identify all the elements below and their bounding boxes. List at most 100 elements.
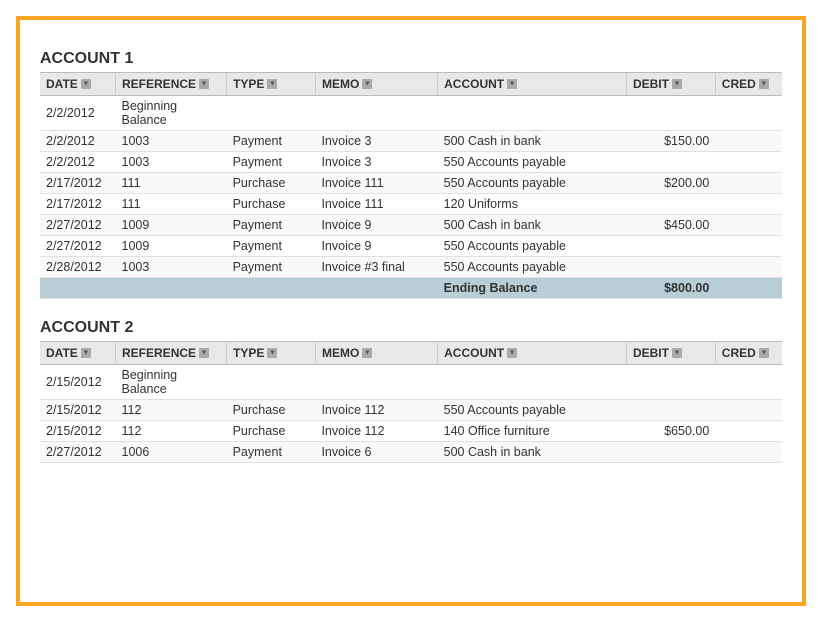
cell-col-ref: 1009 — [116, 215, 227, 236]
dropdown-arrow-icon[interactable] — [267, 79, 277, 89]
col-label-account: ACCOUNT — [444, 346, 504, 360]
cell-col-debit — [626, 400, 715, 421]
dropdown-arrow-icon[interactable] — [267, 348, 277, 358]
cell-col-date: 2/27/2012 — [40, 442, 116, 463]
cell-col-date: 2/2/2012 — [40, 96, 116, 131]
dropdown-arrow-icon[interactable] — [362, 79, 372, 89]
cell-col-debit: $450.00 — [626, 215, 715, 236]
cell-col-account — [438, 365, 627, 400]
account-heading-1: ACCOUNT 1 — [40, 50, 782, 68]
cell-col-account: 550 Accounts payable — [438, 257, 627, 278]
cell-col-account — [438, 96, 627, 131]
dropdown-arrow-icon[interactable] — [759, 348, 769, 358]
cell-col-cred — [715, 421, 782, 442]
account-section-2: ACCOUNT 2DATEREFERENCETYPEMEMOACCOUNTDEB… — [40, 319, 782, 463]
cell-col-ref: Beginning Balance — [116, 365, 227, 400]
cell-col-date: 2/27/2012 — [40, 236, 116, 257]
dropdown-arrow-icon[interactable] — [759, 79, 769, 89]
cell-col-account: 120 Uniforms — [438, 194, 627, 215]
cell-col-cred — [715, 400, 782, 421]
cell-col-type: Purchase — [227, 400, 316, 421]
dropdown-arrow-icon[interactable] — [507, 79, 517, 89]
col-header-cred[interactable]: CRED — [715, 342, 782, 365]
col-header-memo[interactable]: MEMO — [315, 342, 437, 365]
col-header-debit[interactable]: DEBIT — [626, 73, 715, 96]
page-container: ACCOUNT 1DATEREFERENCETYPEMEMOACCOUNTDEB… — [16, 16, 806, 606]
dropdown-arrow-icon[interactable] — [672, 79, 682, 89]
cell-col-memo — [315, 365, 437, 400]
dropdown-arrow-icon[interactable] — [81, 348, 91, 358]
col-header-type[interactable]: TYPE — [227, 342, 316, 365]
table-row: 2/28/20121003PaymentInvoice #3 final550 … — [40, 257, 782, 278]
col-header-reference[interactable]: REFERENCE — [116, 342, 227, 365]
cell-col-debit: $650.00 — [626, 421, 715, 442]
col-header-reference[interactable]: REFERENCE — [116, 73, 227, 96]
cell-col-debit: $200.00 — [626, 173, 715, 194]
col-header-type[interactable]: TYPE — [227, 73, 316, 96]
cell-col-account: 550 Accounts payable — [438, 400, 627, 421]
cell-col-type: Payment — [227, 131, 316, 152]
cell-col-debit — [626, 194, 715, 215]
col-header-debit[interactable]: DEBIT — [626, 342, 715, 365]
cell-col-date: 2/27/2012 — [40, 215, 116, 236]
col-header-cred[interactable]: CRED — [715, 73, 782, 96]
cell-col-ref: 111 — [116, 173, 227, 194]
cell-col-account: 550 Accounts payable — [438, 152, 627, 173]
cell-col-account: Ending Balance — [438, 278, 627, 299]
cell-col-type: Payment — [227, 442, 316, 463]
cell-col-debit — [626, 365, 715, 400]
cell-col-ref: 1003 — [116, 257, 227, 278]
cell-col-memo: Invoice 6 — [315, 442, 437, 463]
cell-col-type — [227, 278, 316, 299]
cell-col-cred — [715, 152, 782, 173]
dropdown-arrow-icon[interactable] — [507, 348, 517, 358]
cell-col-date: 2/17/2012 — [40, 194, 116, 215]
cell-col-cred — [715, 236, 782, 257]
col-label-date: DATE — [46, 77, 78, 91]
cell-col-memo: Invoice 3 — [315, 152, 437, 173]
cell-col-memo — [315, 96, 437, 131]
cell-col-ref: 1003 — [116, 131, 227, 152]
col-label-reference: REFERENCE — [122, 77, 196, 91]
cell-col-cred — [715, 194, 782, 215]
cell-col-type: Purchase — [227, 173, 316, 194]
cell-col-account: 140 Office furniture — [438, 421, 627, 442]
cell-col-account: 550 Accounts payable — [438, 236, 627, 257]
col-header-date[interactable]: DATE — [40, 342, 116, 365]
table-row: 2/27/20121006PaymentInvoice 6500 Cash in… — [40, 442, 782, 463]
cell-col-cred — [715, 257, 782, 278]
col-header-account[interactable]: ACCOUNT — [438, 73, 627, 96]
cell-col-date: 2/15/2012 — [40, 421, 116, 442]
cell-col-type: Purchase — [227, 421, 316, 442]
dropdown-arrow-icon[interactable] — [362, 348, 372, 358]
cell-col-date: 2/15/2012 — [40, 365, 116, 400]
col-header-date[interactable]: DATE — [40, 73, 116, 96]
col-label-debit: DEBIT — [633, 77, 669, 91]
cell-col-type: Purchase — [227, 194, 316, 215]
cell-col-ref: 112 — [116, 400, 227, 421]
dropdown-arrow-icon[interactable] — [199, 348, 209, 358]
cell-col-ref: 1009 — [116, 236, 227, 257]
cell-col-type — [227, 96, 316, 131]
cell-col-cred — [715, 365, 782, 400]
cell-col-type — [227, 365, 316, 400]
col-label-memo: MEMO — [322, 77, 359, 91]
col-label-type: TYPE — [233, 77, 264, 91]
account-table-1: DATE REFERENCE TYPE MEMO ACCOUNT DEBIT CRED 2/2… — [40, 72, 782, 299]
dropdown-arrow-icon[interactable] — [81, 79, 91, 89]
col-header-memo[interactable]: MEMO — [315, 73, 437, 96]
cell-col-debit — [626, 257, 715, 278]
col-label-account: ACCOUNT — [444, 77, 504, 91]
dropdown-arrow-icon[interactable] — [672, 348, 682, 358]
col-label-cred: CRED — [722, 346, 756, 360]
cell-col-ref: 111 — [116, 194, 227, 215]
table-row: 2/27/20121009PaymentInvoice 9550 Account… — [40, 236, 782, 257]
cell-col-memo: Invoice 111 — [315, 173, 437, 194]
cell-col-type: Payment — [227, 257, 316, 278]
dropdown-arrow-icon[interactable] — [199, 79, 209, 89]
col-label-reference: REFERENCE — [122, 346, 196, 360]
cell-col-memo — [315, 278, 437, 299]
cell-col-debit: $800.00 — [626, 278, 715, 299]
col-header-account[interactable]: ACCOUNT — [438, 342, 627, 365]
cell-col-cred — [715, 173, 782, 194]
